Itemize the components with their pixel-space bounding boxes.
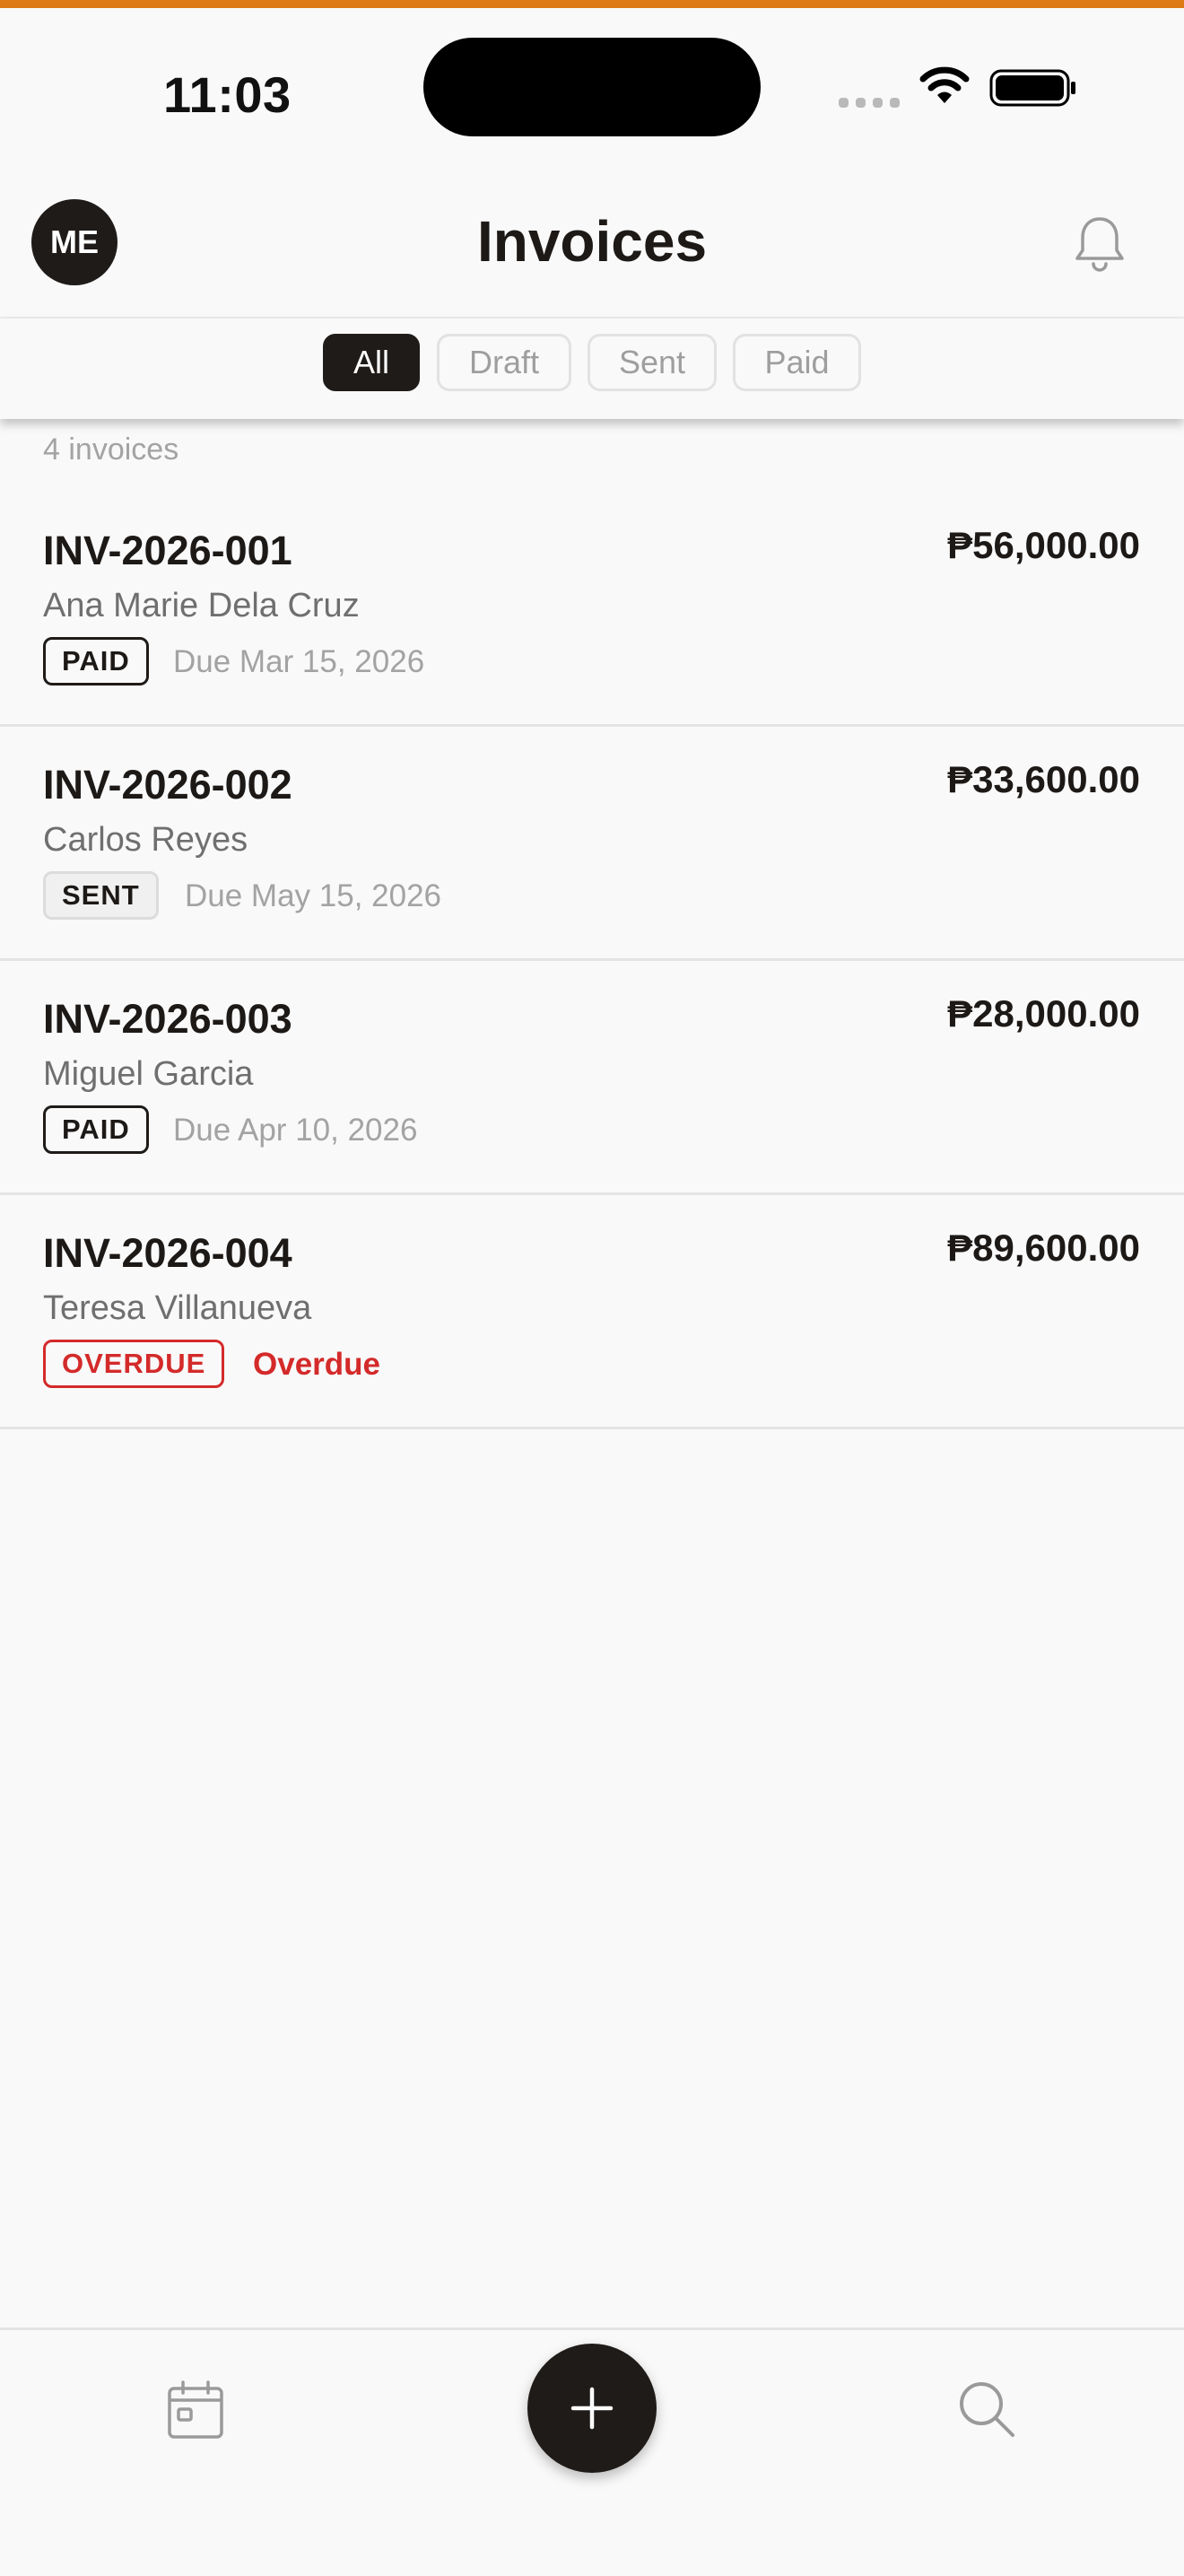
status-badge: SENT: [43, 871, 159, 920]
due-date: Due Apr 10, 2026: [173, 1113, 418, 1148]
status-bar: 11:03: [0, 8, 1184, 165]
cellular-signal-icon: [839, 94, 901, 109]
client-name: Ana Marie Dela Cruz: [43, 587, 360, 624]
dynamic-island: [423, 38, 761, 136]
page-title: Invoices: [476, 209, 708, 274]
invoice-amount: ₱33,600.00: [947, 758, 1140, 800]
due-date: Overdue: [253, 1347, 380, 1382]
invoice-amount: ₱28,000.00: [947, 992, 1140, 1035]
plus-icon: [570, 2387, 614, 2430]
search-icon[interactable]: [956, 2379, 1017, 2440]
battery-icon: [989, 69, 1075, 107]
invoice-number: INV-2026-004: [43, 1230, 292, 1276]
invoice-row[interactable]: INV-2026-003 ₱28,000.00 Miguel Garcia PA…: [0, 962, 1184, 1195]
client-name: Miguel Garcia: [43, 1055, 254, 1093]
invoice-row[interactable]: INV-2026-004 ₱89,600.00 Teresa Villanuev…: [0, 1196, 1184, 1429]
invoice-row[interactable]: INV-2026-002 ₱33,600.00 Carlos Reyes SEN…: [0, 728, 1184, 961]
filter-tabs: All Draft Sent Paid: [0, 319, 1184, 419]
tab-paid[interactable]: Paid: [733, 334, 861, 391]
tab-sent[interactable]: Sent: [588, 334, 717, 391]
wifi-icon: [919, 66, 970, 103]
status-badge: OVERDUE: [43, 1340, 225, 1388]
status-time: 11:03: [163, 66, 292, 123]
calendar-icon[interactable]: [165, 2380, 226, 2441]
tab-draft[interactable]: Draft: [437, 334, 571, 391]
top-accent-bar: [0, 0, 1184, 8]
invoice-count: 4 invoices: [43, 432, 179, 467]
bell-icon[interactable]: [1073, 214, 1127, 273]
status-badge: PAID: [43, 637, 149, 685]
add-invoice-button[interactable]: [527, 2344, 657, 2473]
status-badge: PAID: [43, 1105, 149, 1154]
invoice-amount: ₱89,600.00: [947, 1227, 1140, 1269]
due-date: Due Mar 15, 2026: [173, 644, 425, 679]
invoice-number: INV-2026-001: [43, 528, 292, 573]
invoice-number: INV-2026-003: [43, 996, 292, 1042]
invoice-amount: ₱56,000.00: [947, 524, 1140, 566]
due-date: Due May 15, 2026: [185, 878, 442, 913]
bottom-nav: [0, 2327, 1184, 2576]
client-name: Teresa Villanueva: [43, 1289, 312, 1327]
tab-all[interactable]: All: [323, 334, 420, 391]
invoice-row[interactable]: INV-2026-001 ₱56,000.00 Ana Marie Dela C…: [0, 493, 1184, 727]
app-header: ME Invoices: [0, 165, 1184, 318]
client-name: Carlos Reyes: [43, 821, 248, 859]
invoice-number: INV-2026-002: [43, 762, 292, 808]
